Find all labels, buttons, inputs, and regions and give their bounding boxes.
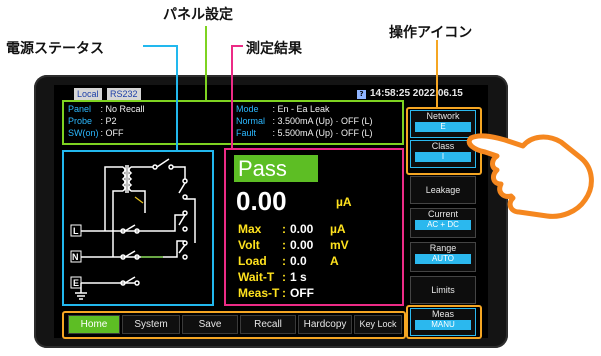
info-sw-row: SW(on) : OFF xyxy=(68,128,124,138)
system-button[interactable]: System xyxy=(122,315,180,334)
interface-indicator: RS232 xyxy=(107,88,141,100)
panel-value: : No Recall xyxy=(100,104,145,114)
measurement-row-wait: Wait-T:1 s xyxy=(238,270,330,284)
meas-label: Meas xyxy=(431,309,454,319)
volt-unit: mV xyxy=(330,238,349,252)
probe-key: Probe xyxy=(68,116,93,126)
info-mode-row: Mode : En - Ea Leak xyxy=(236,104,330,114)
max-unit: µA xyxy=(330,222,346,236)
measurement-unit: µA xyxy=(336,195,352,209)
annotation-operation-icons: 操作アイコン xyxy=(389,25,473,41)
circuit-diagram: L N E xyxy=(70,158,196,300)
terminal-n-label: N xyxy=(72,252,79,262)
pass-status: Pass xyxy=(234,155,318,182)
annotation-measurement-result: 測定結果 xyxy=(246,41,302,57)
info-fault-row: Fault : 5.500mA (Up) · OFF (L) xyxy=(236,128,373,138)
class-label: Class xyxy=(431,141,455,151)
annotation-panel-settings: パネル設定 xyxy=(163,7,233,23)
info-probe-row: Probe : P2 xyxy=(68,116,117,126)
max-label: Max xyxy=(238,222,262,236)
colon: : xyxy=(282,286,286,298)
meas-button[interactable]: Meas MANU xyxy=(410,308,476,336)
measurement-row-meas: Meas-T: OFF xyxy=(238,286,330,298)
measurement-row-max: Max:0.00 µA xyxy=(238,222,346,236)
mode-value: : En - Ea Leak xyxy=(272,104,330,114)
range-label: Range xyxy=(429,243,457,253)
info-icon: ? xyxy=(357,90,366,99)
hardcopy-button[interactable]: Hardcopy xyxy=(298,315,352,334)
transformer-primary xyxy=(121,166,126,192)
mode-key: Mode xyxy=(236,104,259,114)
sw-value: : OFF xyxy=(100,128,124,138)
save-button[interactable]: Save xyxy=(182,315,238,334)
transformer-secondary xyxy=(128,166,133,192)
fault-value: : 5.500mA (Up) · OFF (L) xyxy=(272,128,373,138)
probe-value: : P2 xyxy=(100,116,117,126)
colon: : xyxy=(282,254,286,268)
range-value: AUTO xyxy=(415,254,471,264)
terminal-e-label: E xyxy=(73,278,79,288)
recall-button[interactable]: Recall xyxy=(240,315,296,334)
info-normal-row: Normal : 3.500mA (Up) · OFF (L) xyxy=(236,116,373,126)
volt-value: 0.00 xyxy=(290,238,314,252)
measurement-value: 0.00 xyxy=(236,186,287,216)
sw-key: SW(on) xyxy=(68,128,99,138)
load-label: Load xyxy=(238,254,267,268)
panel-key: Panel xyxy=(68,104,92,114)
limits-label: Limits xyxy=(431,285,455,295)
leakage-label: Leakage xyxy=(425,185,461,195)
network-label: Network xyxy=(426,111,460,121)
colon: : xyxy=(282,238,286,252)
annotation-power-status: 電源ステータス xyxy=(6,41,104,57)
info-panel-row: Panel : No Recall xyxy=(68,104,145,114)
current-label: Current xyxy=(427,209,458,219)
clock: 14:58:25 2022.06.15 xyxy=(370,88,463,99)
normal-key: Normal xyxy=(236,116,266,126)
wait-label: Wait-T xyxy=(238,270,275,284)
pointing-hand-icon xyxy=(466,133,594,219)
load-unit: A xyxy=(330,254,339,268)
terminal-l-label: L xyxy=(73,226,79,236)
range-button[interactable]: Range AUTO xyxy=(410,242,476,272)
meas-label: Meas-T xyxy=(238,286,280,298)
colon: : xyxy=(282,270,286,284)
normal-value: : 3.500mA (Up) · OFF (L) xyxy=(272,116,373,126)
wait-value: 1 s xyxy=(290,270,307,284)
measurement-row-load: Load:0.0 A xyxy=(238,254,339,268)
load-value: 0.0 xyxy=(290,254,307,268)
colon: : xyxy=(282,222,286,236)
local-indicator: Local xyxy=(74,88,102,100)
meas-value: MANU xyxy=(415,320,471,330)
meas-value: OFF xyxy=(290,286,314,298)
home-button[interactable]: Home xyxy=(68,315,120,334)
limits-button[interactable]: Limits xyxy=(410,276,476,304)
volt-label: Volt xyxy=(238,238,260,252)
measurement-row-volt: Volt:0.00 mV xyxy=(238,238,349,252)
key-lock-button[interactable]: Key Lock xyxy=(354,315,402,334)
fault-key: Fault xyxy=(236,128,257,138)
max-value: 0.00 xyxy=(290,222,314,236)
